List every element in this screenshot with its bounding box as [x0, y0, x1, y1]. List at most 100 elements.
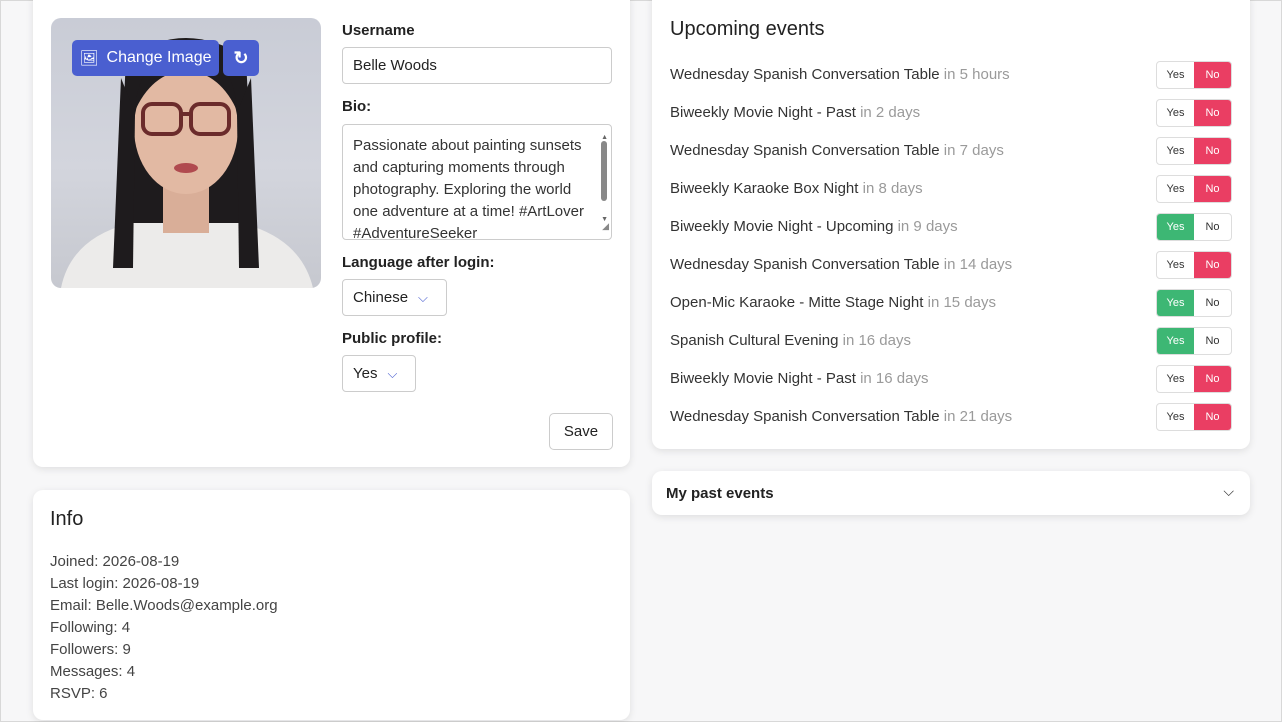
- rsvp-toggle: Yes No: [1156, 365, 1232, 393]
- event-name: Wednesday Spanish Conversation Table: [670, 256, 940, 273]
- rsvp-yes-button[interactable]: Yes: [1157, 62, 1194, 88]
- event-when: in 8 days: [862, 180, 923, 197]
- rsvp-yes-button[interactable]: Yes: [1157, 138, 1194, 164]
- bio-text: Passionate about painting sunsets and ca…: [353, 137, 584, 240]
- event-when: in 15 days: [927, 294, 997, 311]
- refresh-image-button[interactable]: ↻: [223, 40, 259, 76]
- event-name: Biweekly Karaoke Box Night: [670, 180, 859, 197]
- event-label[interactable]: Wednesday Spanish Conversation Table in …: [670, 256, 1012, 273]
- rsvp-yes-button[interactable]: Yes: [1157, 214, 1194, 240]
- resize-grip-icon[interactable]: ◢: [602, 215, 609, 237]
- rsvp-yes-button[interactable]: Yes: [1157, 404, 1194, 430]
- event-name: Biweekly Movie Night - Upcoming: [670, 218, 894, 235]
- event-label[interactable]: Wednesday Spanish Conversation Table in …: [670, 66, 1010, 83]
- rsvp-no-button[interactable]: No: [1194, 366, 1231, 392]
- rsvp-yes-button[interactable]: Yes: [1157, 290, 1194, 316]
- rsvp-no-button[interactable]: No: [1194, 138, 1231, 164]
- refresh-icon: ↻: [233, 47, 249, 68]
- rsvp-toggle: Yes No: [1156, 403, 1232, 431]
- event-row: Wednesday Spanish Conversation Table in …: [670, 403, 1232, 431]
- event-name: Wednesday Spanish Conversation Table: [670, 408, 940, 425]
- event-row: Spanish Cultural Evening in 16 days Yes N…: [670, 327, 1232, 355]
- info-joined: Joined: 2026-08-19: [50, 553, 180, 570]
- event-row: Open-Mic Karaoke - Mitte Stage Night in …: [670, 289, 1232, 317]
- event-row: Biweekly Movie Night - Past in 2 days Ye…: [670, 99, 1232, 127]
- rsvp-toggle: Yes No: [1156, 99, 1232, 127]
- event-name: Wednesday Spanish Conversation Table: [670, 142, 940, 159]
- event-label[interactable]: Wednesday Spanish Conversation Table in …: [670, 408, 1012, 425]
- info-title: Info: [50, 508, 84, 530]
- rsvp-no-button[interactable]: No: [1194, 214, 1231, 240]
- public-profile-label: Public profile:: [342, 330, 443, 347]
- event-name: Biweekly Movie Night - Past: [670, 370, 856, 387]
- event-when: in 5 hours: [943, 66, 1010, 83]
- info-rsvp: RSVP: 6: [50, 685, 108, 702]
- event-when: in 16 days: [842, 332, 911, 349]
- rsvp-no-button[interactable]: No: [1194, 290, 1231, 316]
- event-name: Biweekly Movie Night - Past: [670, 104, 856, 121]
- chevron-down-icon: ⌵: [418, 289, 428, 305]
- rsvp-no-button[interactable]: No: [1194, 252, 1231, 278]
- upcoming-events-card: Upcoming events Wednesday Spanish Conver…: [652, 0, 1250, 449]
- chevron-down-icon[interactable]: ⌵: [1223, 483, 1234, 500]
- event-label[interactable]: Spanish Cultural Evening in 16 days: [670, 332, 911, 349]
- username-input[interactable]: Belle Woods: [342, 47, 612, 84]
- event-when: in 7 days: [943, 142, 1004, 159]
- rsvp-no-button[interactable]: No: [1194, 328, 1231, 354]
- rsvp-toggle: Yes No: [1156, 251, 1232, 279]
- upcoming-events-title: Upcoming events: [670, 18, 825, 40]
- rsvp-yes-button[interactable]: Yes: [1157, 328, 1194, 354]
- event-row: Biweekly Karaoke Box Night in 8 days Yes…: [670, 175, 1232, 203]
- event-label[interactable]: Biweekly Movie Night - Upcoming in 9 day…: [670, 218, 958, 235]
- info-messages: Messages: 4: [50, 663, 136, 680]
- rsvp-no-button[interactable]: No: [1194, 62, 1231, 88]
- bio-textarea[interactable]: Passionate about painting sunsets and ca…: [342, 124, 612, 240]
- event-row: Biweekly Movie Night - Past in 16 days Y…: [670, 365, 1232, 393]
- event-row: Wednesday Spanish Conversation Table in …: [670, 251, 1232, 279]
- event-label[interactable]: Wednesday Spanish Conversation Table in …: [670, 142, 1004, 159]
- rsvp-toggle: Yes No: [1156, 175, 1232, 203]
- bio-label: Bio:: [342, 98, 372, 115]
- rsvp-toggle: Yes No: [1156, 327, 1232, 355]
- change-image-label: Change Image: [106, 49, 212, 66]
- image-icon: 🖼: [79, 50, 99, 67]
- event-name: Spanish Cultural Evening: [670, 332, 839, 349]
- event-label[interactable]: Open-Mic Karaoke - Mitte Stage Night in …: [670, 294, 996, 311]
- profile-card: 🖼 Change Image ↻ Username Belle Woods Bi…: [33, 0, 630, 467]
- public-profile-select[interactable]: Yes ⌵: [342, 355, 416, 392]
- language-label: Language after login:: [342, 254, 495, 271]
- event-label[interactable]: Biweekly Movie Night - Past in 16 days: [670, 370, 928, 387]
- public-profile-value: Yes: [353, 365, 378, 382]
- chevron-down-icon: ⌵: [387, 365, 398, 381]
- rsvp-no-button[interactable]: No: [1194, 100, 1231, 126]
- event-name: Open-Mic Karaoke - Mitte Stage Night: [670, 294, 924, 311]
- rsvp-yes-button[interactable]: Yes: [1157, 176, 1194, 202]
- info-last-login: Last login: 2026-08-19: [50, 575, 200, 592]
- event-when: in 14 days: [943, 256, 1013, 273]
- event-row: Wednesday Spanish Conversation Table in …: [670, 61, 1232, 89]
- save-button[interactable]: Save: [549, 413, 613, 450]
- event-when: in 2 days: [860, 104, 921, 121]
- event-label[interactable]: Biweekly Karaoke Box Night in 8 days: [670, 180, 923, 197]
- change-image-button[interactable]: 🖼 Change Image: [72, 40, 219, 76]
- username-label: Username: [342, 22, 415, 39]
- event-name: Wednesday Spanish Conversation Table: [670, 66, 940, 83]
- past-events-accordion[interactable]: My past events ⌵: [652, 471, 1250, 515]
- info-following: Following: 4: [50, 619, 131, 636]
- rsvp-toggle: Yes No: [1156, 289, 1232, 317]
- event-row: Wednesday Spanish Conversation Table in …: [670, 137, 1232, 165]
- rsvp-no-button[interactable]: No: [1194, 404, 1231, 430]
- past-events-title: My past events: [666, 485, 774, 502]
- rsvp-no-button[interactable]: No: [1194, 176, 1231, 202]
- bio-scrollbar[interactable]: [601, 141, 607, 201]
- rsvp-yes-button[interactable]: Yes: [1157, 252, 1194, 278]
- rsvp-yes-button[interactable]: Yes: [1157, 100, 1194, 126]
- rsvp-toggle: Yes No: [1156, 61, 1232, 89]
- rsvp-toggle: Yes No: [1156, 137, 1232, 165]
- event-label[interactable]: Biweekly Movie Night - Past in 2 days: [670, 104, 920, 121]
- info-email: Email: Belle.Woods@example.org: [50, 597, 278, 614]
- event-when: in 21 days: [943, 408, 1013, 425]
- info-followers: Followers: 9: [50, 641, 131, 658]
- language-select[interactable]: Chinese ⌵: [342, 279, 447, 316]
- rsvp-yes-button[interactable]: Yes: [1157, 366, 1194, 392]
